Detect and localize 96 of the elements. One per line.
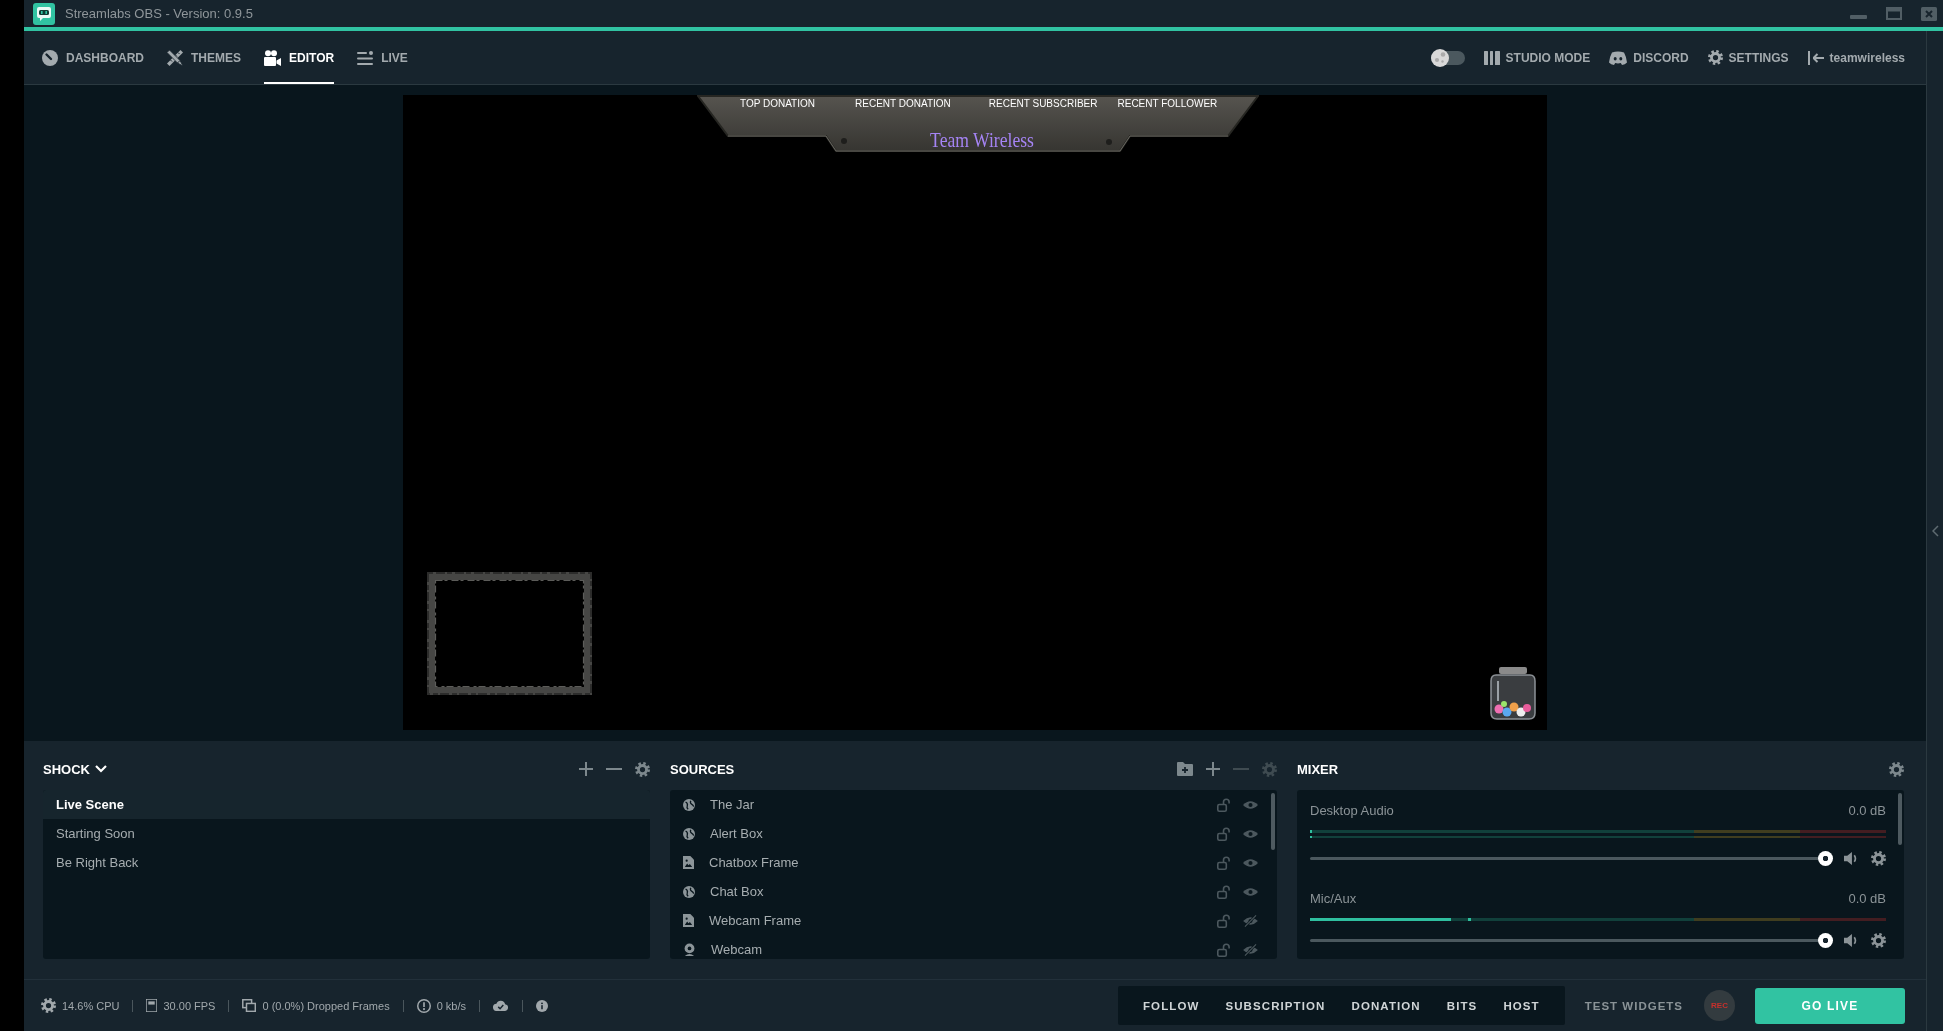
volume-slider[interactable] — [1310, 932, 1833, 949]
channel-name: Mic/Aux — [1310, 890, 1357, 906]
eye-off-icon[interactable] — [1243, 943, 1258, 956]
eye-icon[interactable] — [1243, 799, 1258, 810]
theme-toggle[interactable] — [1430, 48, 1465, 67]
nav-link[interactable]: teamwireless — [1807, 50, 1905, 65]
eye-icon[interactable] — [1243, 857, 1258, 868]
gauge-icon — [42, 49, 58, 66]
test-widget-button[interactable]: SUBSCRIPTION — [1212, 986, 1339, 1025]
unlock-icon[interactable] — [1217, 913, 1230, 928]
overlapping-squares-icon — [242, 999, 257, 1012]
unlock-icon[interactable] — [1217, 826, 1230, 841]
scene-item[interactable]: Live Scene — [43, 790, 650, 819]
unlock-icon[interactable] — [1217, 942, 1230, 957]
source-item[interactable]: Webcam — [711, 942, 1217, 957]
channel-name: Desktop Audio — [1310, 802, 1394, 818]
overlay-label: RECENT DONATION — [855, 98, 951, 109]
webcam-icon — [683, 943, 696, 956]
settings-icon[interactable] — [1871, 933, 1886, 948]
eye-icon[interactable] — [1243, 886, 1258, 897]
unlock-icon[interactable] — [1217, 797, 1230, 812]
overlay-label: RECENT SUBSCRIBER — [988, 98, 1098, 109]
source-item[interactable]: The Jar — [710, 797, 1217, 812]
app-logo-icon — [33, 2, 55, 25]
overlay-label: RECENT FOLLOWER — [1117, 98, 1218, 109]
eye-off-icon[interactable] — [1243, 914, 1258, 927]
settings-icon[interactable] — [1871, 850, 1886, 866]
speaker-icon[interactable] — [1844, 850, 1858, 866]
source-item[interactable]: Webcam Frame — [709, 913, 1217, 928]
overlay-title: Team Wireless — [930, 127, 1034, 153]
panel-title: MIXER — [1297, 761, 1339, 777]
chevron-left-icon[interactable] — [1931, 525, 1939, 537]
plus-icon[interactable] — [579, 762, 593, 776]
logout-icon — [1807, 50, 1824, 65]
cloud-check-icon[interactable] — [493, 1000, 509, 1011]
slider-thumb[interactable] — [1818, 933, 1833, 948]
discord-icon — [1609, 50, 1628, 65]
unlock-icon[interactable] — [1217, 884, 1230, 899]
scrollbar[interactable] — [1898, 793, 1902, 845]
moon-icon — [1430, 48, 1449, 67]
nav-link[interactable]: STUDIO MODE — [1483, 50, 1591, 65]
test-widget-button[interactable]: BITS — [1433, 986, 1491, 1025]
settings-icon[interactable] — [635, 761, 650, 777]
eye-icon[interactable] — [1243, 828, 1258, 839]
source-item[interactable]: Chatbox Frame — [709, 855, 1217, 870]
test-widgets-label: TEST WIDGETS — [1584, 999, 1683, 1012]
nav-tab[interactable]: DASHBOARD — [42, 31, 144, 84]
stat-text: 0 (0.0%) Dropped Frames — [262, 999, 390, 1012]
source-item[interactable]: Chat Box — [710, 884, 1217, 899]
scrollbar[interactable] — [1271, 793, 1275, 850]
overlay-label: TOP DONATION — [740, 98, 815, 109]
jar-drawing — [1490, 667, 1536, 720]
volume-slider[interactable] — [1310, 850, 1833, 866]
nav-link[interactable]: DISCORD — [1609, 50, 1689, 65]
speaker-icon[interactable] — [1844, 933, 1858, 948]
nav-link[interactable]: SETTINGS — [1707, 50, 1789, 65]
minimize-icon[interactable] — [1850, 14, 1867, 19]
stat-text: 30.00 FPS — [163, 999, 216, 1012]
image-file-icon — [683, 856, 694, 869]
settings-icon[interactable] — [1889, 761, 1904, 777]
test-widget-button[interactable]: HOST — [1490, 986, 1553, 1025]
close-icon[interactable] — [1921, 6, 1937, 21]
chevron-down-icon[interactable] — [94, 765, 107, 773]
unlock-icon[interactable] — [1217, 855, 1230, 870]
folder-plus-icon[interactable] — [1177, 762, 1193, 776]
scene-item[interactable]: Be Right Back — [43, 848, 650, 877]
stat-text: 14.6% CPU — [62, 999, 120, 1012]
volume-reading: 0.0 dB — [1848, 802, 1886, 818]
maximize-icon[interactable] — [1886, 7, 1902, 20]
scene-item[interactable]: Starting Soon — [43, 819, 650, 848]
plus-icon[interactable] — [1206, 762, 1220, 776]
panel-title: SOURCES — [670, 761, 735, 777]
peak-marker — [1468, 918, 1472, 921]
nav-tab[interactable]: LIVE — [357, 31, 408, 84]
columns-icon — [1483, 50, 1500, 65]
globe-icon — [683, 827, 695, 840]
image-file-icon — [683, 914, 694, 927]
video-camera-icon — [264, 49, 281, 66]
test-widget-button[interactable]: DONATION — [1338, 986, 1434, 1025]
globe-icon — [683, 798, 695, 811]
info-icon[interactable] — [536, 999, 548, 1012]
volume-reading: 0.0 dB — [1848, 890, 1886, 906]
gear-icon — [41, 998, 56, 1013]
alert-circle-icon — [416, 998, 431, 1013]
test-widget-button[interactable]: FOLLOW — [1129, 986, 1213, 1025]
nav-tab[interactable]: THEMES — [167, 31, 241, 84]
card-icon — [146, 999, 158, 1012]
scene-collection-dropdown[interactable]: SHOCK — [43, 761, 90, 777]
source-item[interactable]: Alert Box — [710, 826, 1217, 841]
pencil-ruler-icon — [167, 49, 183, 66]
window-title: Streamlabs OBS - Version: 0.9.5 — [65, 6, 253, 21]
globe-icon — [683, 885, 695, 898]
settings-icon — [1707, 50, 1723, 65]
list-icon — [357, 50, 374, 65]
stat-text: 0 kb/s — [436, 999, 466, 1012]
slider-thumb[interactable] — [1818, 850, 1833, 866]
